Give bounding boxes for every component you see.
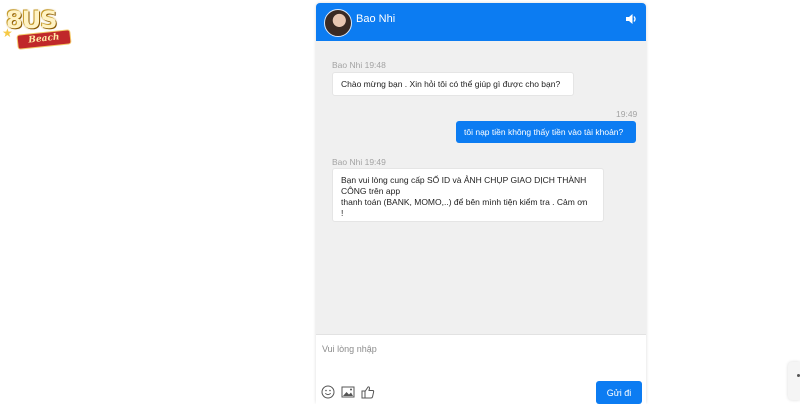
side-widget[interactable] <box>788 362 800 400</box>
message-line: tôi nạp tiền không thấy tiền vào tài kho… <box>464 127 624 137</box>
user-message: tôi nạp tiền không thấy tiền vào tài kho… <box>456 121 636 143</box>
message-line: CÔNG trên app <box>341 186 401 196</box>
agent-avatar <box>324 9 352 37</box>
chat-header: Bao Nhi <box>316 3 646 41</box>
message-line: ! <box>341 208 344 218</box>
message-meta: Bao Nhi 19:49 <box>332 157 386 167</box>
send-button[interactable]: Gửi đi <box>596 381 642 404</box>
composer: Gửi đi <box>316 334 646 404</box>
message-line: Bạn vui lòng cung cấp SỐ ID và ẢNH CHỤP … <box>341 175 587 185</box>
message-meta: Bao Nhi 19:48 <box>332 60 386 70</box>
brand-logo[interactable]: ★ 8US Beach <box>0 0 76 62</box>
message-input[interactable] <box>320 340 624 358</box>
message-line: thanh toán (BANK, MOMO,..) để bên mình t… <box>341 197 588 207</box>
image-icon[interactable] <box>341 385 355 399</box>
thumbs-up-icon[interactable] <box>361 385 375 399</box>
agent-name: Bao Nhi <box>356 13 396 25</box>
emoji-icon[interactable] <box>321 385 335 399</box>
message-meta: 19:49 <box>616 109 638 119</box>
speaker-icon[interactable] <box>624 12 638 26</box>
logo-wordmark: 8US <box>6 6 57 34</box>
chat-window: Bao Nhi Bao Nhi 19:48 Chào mừng bạn . Xi… <box>316 3 646 404</box>
agent-message: Bạn vui lòng cung cấp SỐ ID và ẢNH CHỤP … <box>332 168 604 222</box>
message-list[interactable]: Bao Nhi 19:48 Chào mừng bạn . Xin hỏi tô… <box>316 41 646 337</box>
agent-message: Chào mừng bạn . Xin hỏi tôi có thể giúp … <box>332 72 574 96</box>
message-line: Chào mừng bạn . Xin hỏi tôi có thể giúp … <box>341 79 561 89</box>
